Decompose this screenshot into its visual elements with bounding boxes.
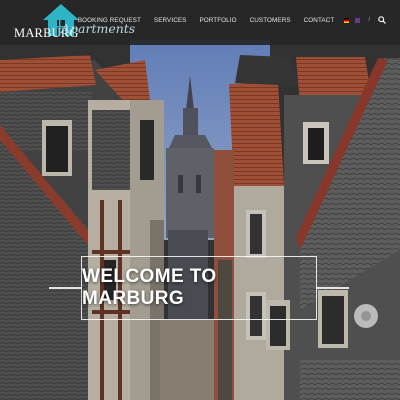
- hero-headline: WELCOME TO MARBURG: [82, 266, 217, 309]
- nav-contact[interactable]: CONTACT: [304, 17, 335, 24]
- search-icon[interactable]: [378, 16, 386, 24]
- nav-booking-request[interactable]: BOOKING REQUEST: [78, 17, 141, 24]
- hero-image: [0, 0, 400, 400]
- headline-line-right: [317, 287, 349, 289]
- en-flag-icon[interactable]: [355, 17, 361, 23]
- nav-services[interactable]: SERVICES: [154, 17, 187, 24]
- top-navbar: MARBURG Apartments BOOKING REQUEST SERVI…: [0, 0, 400, 45]
- old-town-street-illustration: [0, 0, 400, 400]
- nav-separator: /: [368, 17, 370, 23]
- welcome-frame: WELCOME TO MARBURG: [81, 256, 317, 320]
- headline-line-left: [49, 287, 81, 289]
- brand-logo[interactable]: MARBURG Apartments: [14, 4, 135, 44]
- de-flag-icon[interactable]: [344, 17, 350, 23]
- nav-portfolio[interactable]: PORTFOLIO: [199, 17, 236, 24]
- nav-customers[interactable]: CUSTOMERS: [250, 17, 291, 24]
- main-navigation: BOOKING REQUEST SERVICES PORTFOLIO CUSTO…: [65, 16, 386, 24]
